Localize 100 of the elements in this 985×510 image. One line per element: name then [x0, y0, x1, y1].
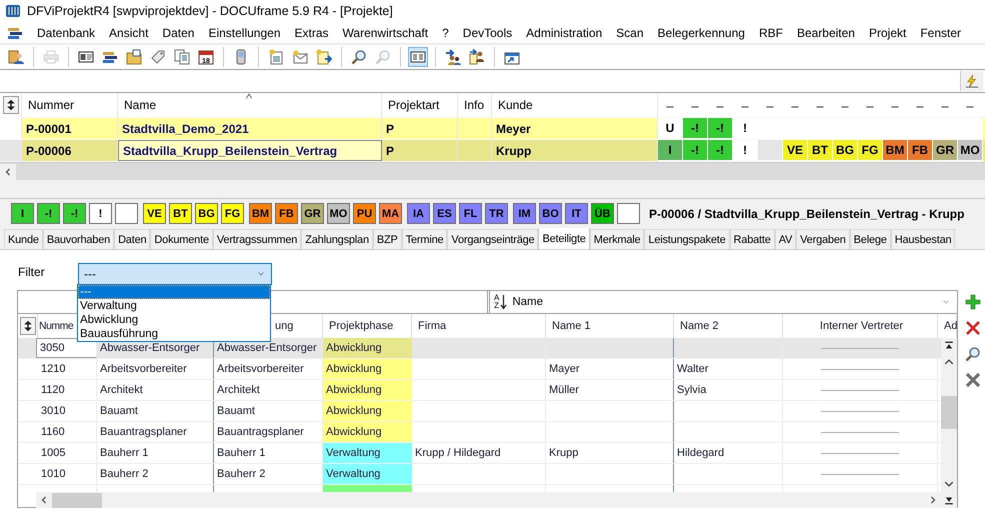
app-icon	[5, 3, 21, 19]
menu-item[interactable]: Warenwirtschaft	[336, 24, 436, 42]
menu-item[interactable]: RBF	[752, 24, 790, 42]
menu-item[interactable]: Belegerkennung	[650, 24, 752, 42]
dropdown-option[interactable]: Abwicklung	[78, 313, 270, 327]
sort-toggle-icon[interactable]	[2, 96, 18, 114]
tab[interactable]: Vorgangseinträge	[447, 229, 538, 249]
horizontal-scrollbar[interactable]	[0, 162, 985, 180]
add-icon[interactable]	[964, 294, 980, 310]
menu-item[interactable]: Daten	[155, 24, 202, 42]
remove-icon[interactable]	[964, 372, 980, 388]
documents-icon[interactable]	[172, 47, 192, 67]
tab[interactable]: Hausbestan	[890, 229, 956, 249]
column-header[interactable]: Firma	[415, 320, 446, 332]
dropdown-option[interactable]: ---	[78, 285, 270, 299]
tab[interactable]: Daten	[114, 229, 150, 249]
column-header[interactable]: Projektphase	[326, 320, 394, 332]
tab[interactable]: Beteiligte	[538, 228, 590, 249]
sort-toggle-icon[interactable]	[20, 317, 36, 335]
folder-icon[interactable]	[124, 47, 144, 67]
column-header[interactable]: Projektart	[386, 98, 440, 112]
column-header[interactable]: ung	[272, 320, 294, 332]
column-header[interactable]: Name 1	[549, 320, 591, 332]
column-header[interactable]: _	[783, 93, 808, 117]
tab[interactable]: Belege	[850, 229, 891, 249]
status-cell: -!	[708, 140, 733, 161]
horizontal-scrollbar[interactable]	[36, 492, 957, 508]
tab[interactable]: Bauvorhaben	[42, 229, 114, 249]
menu-item[interactable]: Projekt	[862, 24, 914, 42]
column-header[interactable]: _	[833, 93, 858, 117]
sort-dropdown[interactable]: A Z Name	[489, 291, 957, 313]
people-arrow-icon[interactable]	[443, 47, 463, 67]
tab[interactable]: Vertragssummen	[212, 229, 302, 249]
column-header[interactable]: _	[758, 93, 783, 117]
column-header[interactable]: Ad	[941, 320, 958, 332]
scroll-left-icon[interactable]	[0, 164, 16, 180]
menu-item[interactable]: Bearbeiten	[790, 24, 862, 42]
status-cell: I	[658, 140, 683, 161]
menu-item[interactable]: Ansicht	[102, 24, 156, 42]
table-cell: Arbeitsvorbereiter	[97, 359, 214, 379]
menu-item[interactable]: Administration	[519, 24, 610, 42]
filter-dropdown[interactable]: ---	[78, 263, 272, 285]
chevron-down-icon	[256, 271, 266, 277]
tab[interactable]: Dokumente	[150, 229, 213, 249]
column-header[interactable]: _	[858, 93, 883, 117]
scroll-thumb[interactable]	[941, 396, 957, 429]
table-row[interactable]: 3050 Abwasser-Entsorger Abwasser-Entsorger Abwicklung	[18, 338, 941, 359]
menu-item[interactable]: Scan	[609, 24, 651, 42]
vertical-scrollbar[interactable]	[941, 338, 957, 492]
tab[interactable]: AV	[774, 229, 796, 249]
dropdown-option[interactable]: Verwaltung	[78, 299, 270, 313]
column-header[interactable]: _	[658, 93, 683, 117]
column-header[interactable]: _	[908, 93, 933, 117]
menu-item[interactable]: Einstellungen	[201, 24, 288, 42]
menu-item[interactable]: Extras	[288, 24, 336, 42]
status-chip: IT	[565, 203, 588, 224]
column-header[interactable]: Name	[122, 98, 156, 112]
menu-item[interactable]: Fenster	[913, 24, 968, 42]
status-chip: IM	[513, 203, 536, 224]
column-header[interactable]: _	[958, 93, 983, 117]
tab[interactable]: Zahlungsplan	[301, 229, 373, 249]
column-header[interactable]: _	[733, 93, 758, 117]
scroll-thumb[interactable]	[52, 492, 102, 508]
status-chip: TR	[485, 203, 508, 224]
column-header[interactable]: Nummer	[26, 98, 74, 112]
menu-item[interactable]: DevTools	[456, 24, 520, 42]
table-row[interactable]: P-00006 Stadtvilla_Krupp_Beilenstein_Vertrag P Krupp I -! -! ! VE BT BG FG BM FB GR MO	[0, 140, 985, 162]
new-note-icon[interactable]	[314, 47, 334, 67]
column-header[interactable]: Interner Vertreter	[816, 320, 904, 332]
search-icon[interactable]	[964, 346, 980, 362]
column-header[interactable]: Name 2	[677, 320, 719, 332]
tab[interactable]: Kunde	[4, 229, 43, 249]
tab[interactable]: Rabatte	[730, 229, 775, 249]
menu-item[interactable]: ?	[435, 24, 456, 42]
column-header[interactable]: Kunde	[496, 98, 533, 112]
tab[interactable]: Vergaben	[796, 229, 850, 249]
column-header[interactable]: _	[683, 93, 708, 117]
delete-icon[interactable]	[964, 320, 980, 336]
tab[interactable]: Termine	[402, 229, 448, 249]
column-header[interactable]: Numme	[39, 320, 74, 332]
status-chip: FB	[275, 203, 298, 224]
table-cell: Abwicklung	[323, 380, 412, 400]
column-header[interactable]: _	[708, 93, 733, 117]
table-cell: P	[382, 140, 458, 161]
column-header[interactable]: Info	[462, 98, 484, 112]
tab[interactable]: BZP	[372, 229, 402, 249]
menu-item[interactable]: Datenbank	[30, 24, 102, 42]
lightning-icon[interactable]	[960, 71, 983, 91]
people-document-icon[interactable]	[467, 47, 487, 67]
column-header[interactable]: _	[883, 93, 908, 117]
tab[interactable]: Merkmale	[590, 229, 644, 249]
column-header[interactable]: _	[933, 93, 958, 117]
table-row[interactable]: P-00001 Stadtvilla_Demo_2021 P Meyer U -! -! !	[0, 118, 985, 140]
dropdown-option[interactable]: Bauausführung	[78, 327, 270, 341]
list-view-icon[interactable]	[408, 47, 428, 67]
column-header[interactable]: _	[808, 93, 833, 117]
tab[interactable]: Leistungspakete	[644, 229, 730, 249]
status-cell: BT	[808, 140, 833, 161]
status-cell: !	[733, 118, 758, 139]
table-cell: Hildegard	[674, 443, 783, 463]
